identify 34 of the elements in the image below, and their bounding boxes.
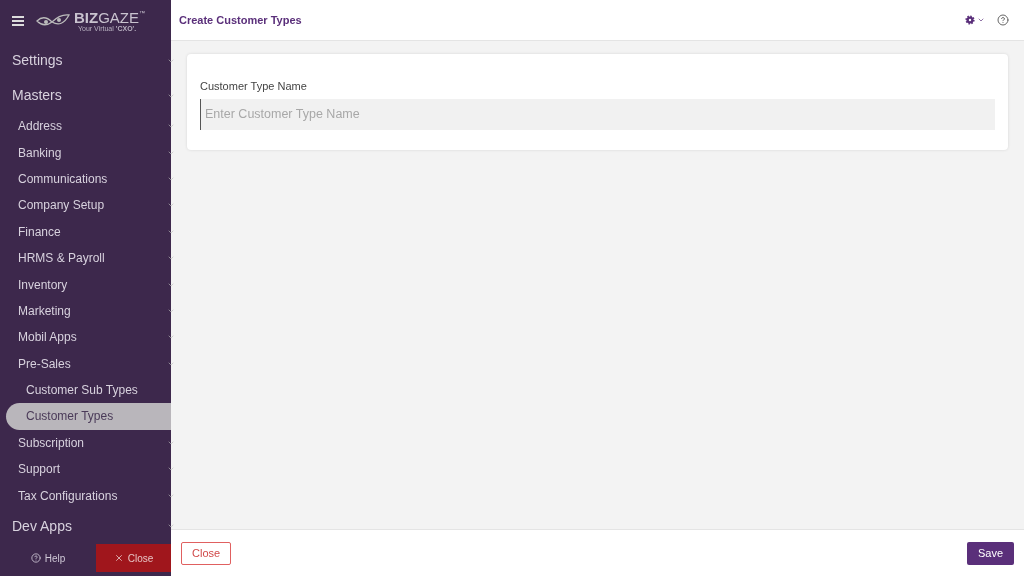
logo-text: GAZE bbox=[98, 9, 139, 25]
customer-type-name-field[interactable]: Enter Customer Type Name bbox=[200, 98, 995, 130]
sidebar-item[interactable]: Address bbox=[0, 113, 171, 140]
sidebar-item[interactable]: HRMS & Payroll bbox=[0, 244, 171, 272]
sidebar-item[interactable]: Tax Configurations bbox=[0, 482, 171, 509]
sidebar-item[interactable]: Marketing bbox=[0, 297, 171, 325]
menu-icon[interactable] bbox=[12, 15, 24, 26]
sidebar-item[interactable]: Communications bbox=[0, 165, 171, 193]
sidebar-item[interactable]: Banking bbox=[0, 139, 171, 166]
sidebar-item[interactable]: Customer Types bbox=[6, 403, 171, 430]
sidebar-item[interactable]: Dev Apps bbox=[0, 508, 171, 544]
help-icon[interactable] bbox=[997, 14, 1009, 26]
sidebar-item[interactable]: Finance bbox=[0, 218, 171, 245]
close-button[interactable]: Close bbox=[181, 541, 232, 565]
sidebar-item[interactable]: Mobil Apps bbox=[0, 324, 171, 351]
close-button[interactable]: Close bbox=[96, 544, 171, 572]
sidebar-item[interactable]: Company Setup bbox=[0, 192, 171, 219]
sidebar-item[interactable]: Customer Sub Types bbox=[0, 376, 171, 404]
close-icon bbox=[113, 553, 124, 563]
help-icon bbox=[30, 553, 41, 563]
sidebar-item[interactable]: Pre-Sales bbox=[0, 350, 171, 377]
gear-icon bbox=[965, 15, 975, 25]
help-button[interactable]: Help bbox=[0, 544, 96, 572]
field-label: Customer Type Name bbox=[200, 79, 308, 94]
sidebar-item[interactable]: Support bbox=[0, 456, 171, 483]
sidebar-item[interactable]: Settings bbox=[0, 43, 171, 78]
page-title: Create Customer Types bbox=[179, 12, 303, 28]
logo-text: BIZ bbox=[74, 9, 99, 25]
settings-button[interactable] bbox=[965, 15, 985, 25]
save-button[interactable]: Save bbox=[966, 541, 1014, 565]
sidebar-item[interactable]: Subscription bbox=[0, 429, 171, 457]
sidebar-item[interactable]: Masters bbox=[0, 78, 171, 113]
caret-icon bbox=[977, 16, 985, 24]
sidebar-item[interactable]: Inventory bbox=[0, 271, 171, 298]
